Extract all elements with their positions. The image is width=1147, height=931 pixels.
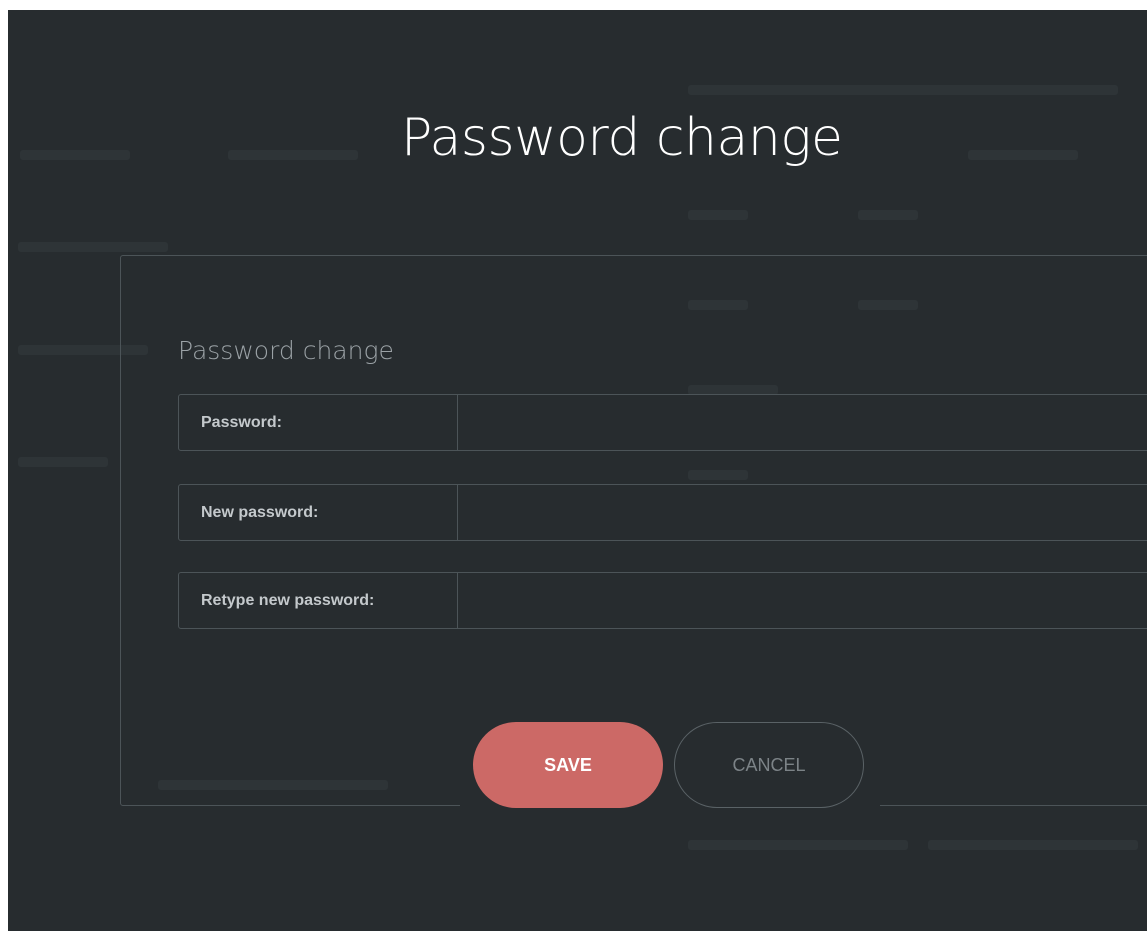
background-content (688, 85, 1118, 95)
background-content (928, 840, 1138, 850)
background-content (858, 210, 918, 220)
new-password-field: New password: (178, 484, 1147, 541)
background-content (20, 150, 130, 160)
retype-password-input[interactable] (458, 573, 1147, 628)
background-content (18, 457, 108, 467)
modal-overlay: Password change Password change Password… (8, 10, 1147, 931)
retype-password-label: Retype new password: (179, 573, 458, 628)
retype-password-field: Retype new password: (178, 572, 1147, 629)
background-content (688, 840, 908, 850)
page-title: Password change (401, 108, 843, 168)
save-button[interactable]: SAVE (473, 722, 663, 808)
password-input[interactable] (458, 395, 1147, 450)
action-buttons: SAVE CANCEL (460, 712, 880, 822)
form-title: Password change (178, 336, 394, 365)
background-content (968, 150, 1078, 160)
cancel-button[interactable]: CANCEL (674, 722, 864, 808)
background-content (18, 242, 168, 252)
new-password-label: New password: (179, 485, 458, 540)
background-content (228, 150, 358, 160)
password-label: Password: (179, 395, 458, 450)
background-content (688, 210, 748, 220)
new-password-input[interactable] (458, 485, 1147, 540)
password-field: Password: (178, 394, 1147, 451)
